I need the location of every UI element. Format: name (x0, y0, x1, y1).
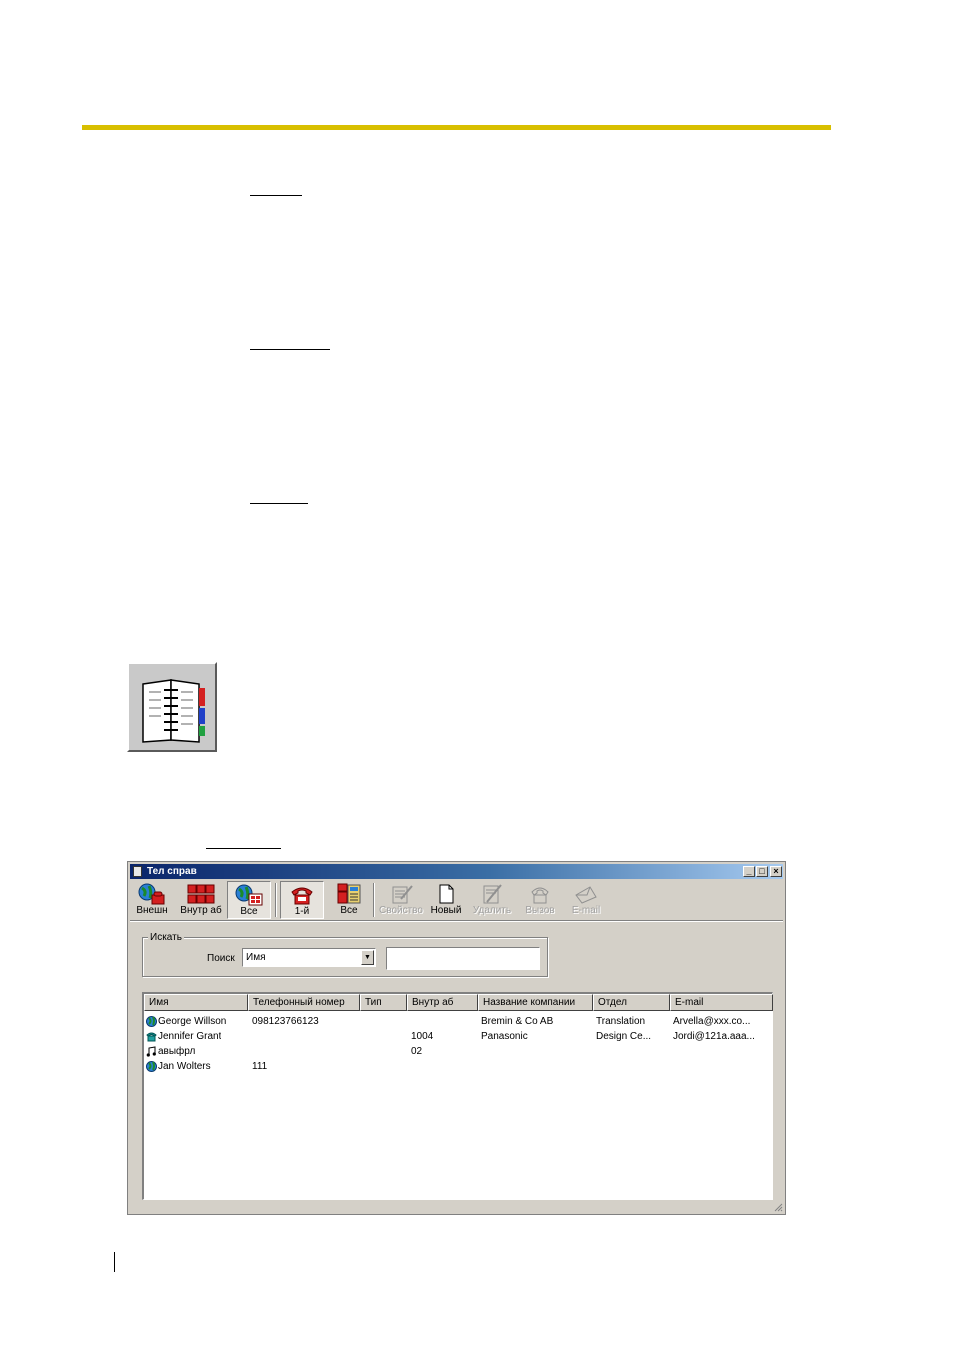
resize-grip-icon[interactable] (773, 1202, 783, 1212)
contact-email: Jordi@121a.aaa... (673, 1031, 755, 1042)
contacts-list[interactable]: Имя Телефонный номер Тип Внутр аб Назван… (142, 992, 773, 1200)
toolbar-label: Все (340, 905, 358, 916)
toolbar: Внешн Внутр аб Все 1-й Все Свойство Новы… (130, 881, 783, 919)
column-header-department[interactable]: Отдел (593, 994, 670, 1011)
phonebook-button[interactable] (127, 662, 217, 752)
toolbar-separator (275, 883, 277, 917)
search-field-select[interactable]: Имя ▼ (242, 948, 376, 967)
underline-blank (250, 349, 330, 350)
toolbar-properties-button[interactable]: Свойство (377, 881, 425, 919)
globe-icon (146, 1061, 157, 1072)
page-margin-mark (114, 1252, 115, 1272)
toolbar-all-phones-button[interactable]: Все (329, 881, 369, 919)
toolbar-label: Вызов (525, 905, 555, 916)
toolbar-label: Все (240, 906, 258, 917)
contact-name: авыфрл (158, 1046, 196, 1057)
delete-icon (483, 884, 502, 904)
column-header-email[interactable]: E-mail (670, 994, 773, 1011)
toolbar-separator (373, 883, 375, 917)
contact-extension: 1004 (411, 1031, 434, 1042)
contact-name: Jennifer Grant (158, 1031, 222, 1042)
contact-phone: 111 (252, 1061, 268, 1072)
window-title: Тел справ (147, 866, 197, 877)
search-field-value: Имя (246, 952, 266, 963)
toolbar-label: Внутр аб (180, 905, 222, 916)
contact-phone: 098123766123 (252, 1016, 319, 1027)
contact-name: Jan Wolters (158, 1061, 211, 1072)
toolbar-label: Удалить (472, 905, 512, 916)
toolbar-external-button[interactable]: Внешн (135, 881, 169, 919)
toolbar-new-button[interactable]: Новый (428, 881, 464, 919)
contact-name: George Willson (158, 1016, 227, 1027)
red-phone-icon (291, 887, 313, 905)
phone-icon (146, 1032, 157, 1042)
contact-department: Design Ce... (596, 1031, 652, 1042)
call-icon (531, 887, 549, 904)
table-row[interactable]: Jennifer Grant 1004 Panasonic Design Ce.… (144, 1029, 773, 1044)
minimize-button[interactable]: _ (743, 866, 755, 877)
table-row[interactable]: George Willson 098123766123 Bremin & Co … (144, 1014, 773, 1029)
globe-icon (146, 1016, 157, 1027)
search-field-label: Поиск (207, 953, 235, 964)
maximize-button[interactable]: □ (756, 866, 768, 877)
toolbar-label: Новый (430, 905, 462, 916)
column-header-phone[interactable]: Телефонный номер (248, 994, 360, 1011)
multi-phone-icon (337, 883, 361, 904)
search-input[interactable] (386, 947, 540, 970)
contact-company: Bremin & Co AB (481, 1016, 554, 1027)
contact-company: Panasonic (481, 1031, 528, 1042)
close-button[interactable]: × (770, 866, 782, 877)
search-group-label: Искать (148, 932, 184, 943)
toolbar-label: Внешн (136, 905, 168, 916)
table-row[interactable]: Jan Wolters 111 (144, 1059, 773, 1074)
underline-blank (250, 503, 308, 504)
table-row[interactable]: авыфрл 02 (144, 1044, 773, 1059)
toolbar-extensions-button[interactable]: Внутр аб (180, 881, 222, 919)
toolbar-first-phone-button[interactable]: 1-й (280, 881, 324, 919)
new-document-icon (439, 884, 454, 904)
chevron-down-icon[interactable]: ▼ (361, 950, 374, 965)
column-header-extension[interactable]: Внутр аб (407, 994, 478, 1011)
toolbar-divider (130, 920, 783, 922)
toolbar-label: E-mail (571, 905, 601, 916)
yellow-header-rule (82, 125, 831, 130)
phonebook-icon (142, 679, 205, 743)
music-note-icon (146, 1046, 156, 1057)
globe-phone-icon (138, 883, 165, 905)
email-icon (575, 886, 597, 904)
column-header-company[interactable]: Название компании (478, 994, 593, 1011)
contact-department: Translation (596, 1016, 646, 1027)
toolbar-label: Свойство (379, 905, 423, 916)
column-header-type[interactable]: Тип (360, 994, 407, 1011)
globe-grid-icon (235, 884, 263, 906)
title-bar[interactable]: Тел справ _ □ × (130, 864, 783, 879)
window-app-icon (133, 866, 142, 877)
toolbar-all-contacts-button[interactable]: Все (227, 881, 271, 919)
underline-blank (206, 848, 281, 849)
contact-extension: 02 (411, 1046, 423, 1057)
toolbar-call-button[interactable]: Вызов (520, 881, 560, 919)
toolbar-delete-button[interactable]: Удалить (470, 881, 514, 919)
toolbar-email-button[interactable]: E-mail (566, 881, 606, 919)
contact-email: Arvella@xxx.co... (673, 1016, 751, 1027)
toolbar-label: 1-й (294, 906, 310, 917)
extensions-icon (187, 884, 215, 904)
underline-blank (250, 195, 302, 196)
column-header-name[interactable]: Имя (144, 994, 248, 1011)
contacts-header: Имя Телефонный номер Тип Внутр аб Назван… (144, 994, 773, 1011)
phonebook-window: Тел справ _ □ × Внешн Внутр аб Все 1-й В… (127, 861, 786, 1215)
properties-icon (392, 885, 413, 904)
